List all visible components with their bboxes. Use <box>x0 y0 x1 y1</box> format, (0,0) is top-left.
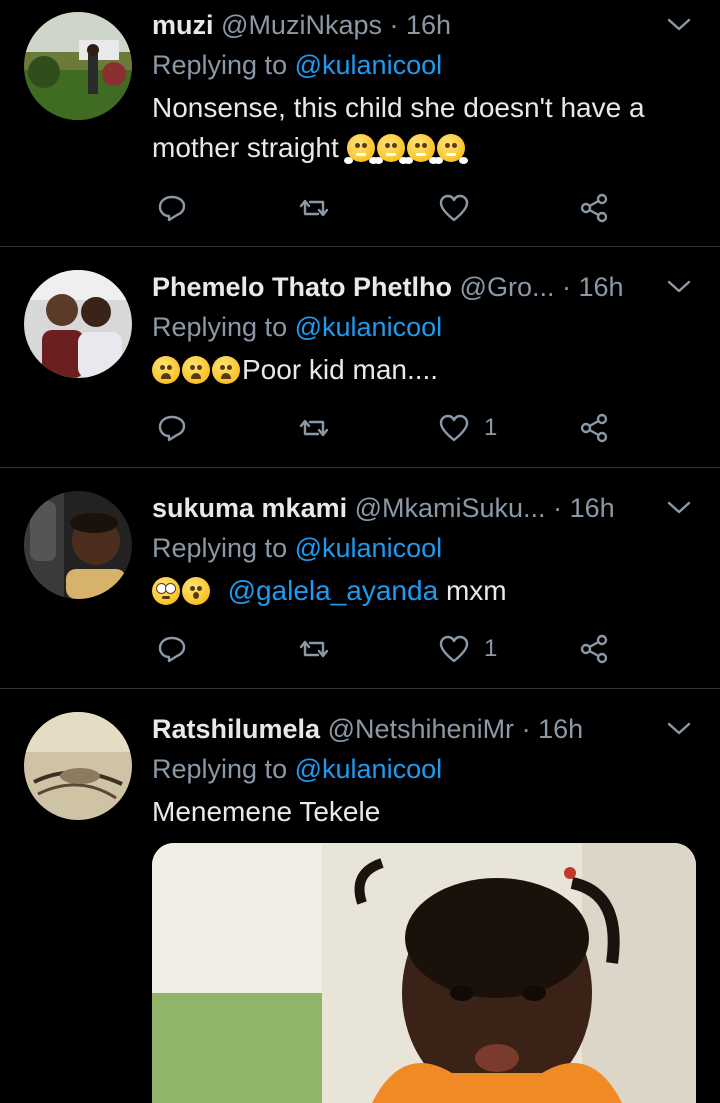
face-with-open-mouth-icon <box>182 577 210 605</box>
tweet-text: Menemene Tekele <box>152 792 692 832</box>
replying-to-label: Replying to <box>152 533 288 563</box>
like-button[interactable]: 1 <box>438 629 497 669</box>
replying-to: Replying to @kulanicool <box>152 310 442 344</box>
replying-to-label: Replying to <box>152 754 288 784</box>
retweet-icon <box>299 419 329 437</box>
reply-button[interactable] <box>156 408 188 448</box>
timestamp[interactable]: 16h <box>570 493 615 523</box>
reply-icon <box>158 636 186 663</box>
share-icon <box>580 634 608 664</box>
replying-to: Replying to @kulanicool <box>152 48 442 82</box>
avatar[interactable] <box>24 12 132 120</box>
reply-icon <box>158 415 186 442</box>
reply-button[interactable] <box>156 629 188 669</box>
tweet-text-body: Poor kid man.... <box>242 354 439 385</box>
like-button[interactable]: 1 <box>438 408 497 448</box>
replying-to-label: Replying to <box>152 50 288 80</box>
face-with-steam-from-nose-icon <box>433 134 468 164</box>
face-with-steam-from-nose-icon <box>373 134 408 164</box>
tweet-actions: 1 <box>152 408 632 448</box>
chevron-down-icon[interactable] <box>666 276 692 298</box>
like-button[interactable] <box>438 188 484 228</box>
tweet-actions <box>152 188 632 228</box>
separator: · <box>561 272 571 302</box>
display-name[interactable]: muzi <box>152 10 214 40</box>
display-name[interactable]: sukuma mkami <box>152 493 347 523</box>
like-count: 1 <box>484 635 498 662</box>
tweet-ratshilumela[interactable]: Ratshilumela @NetshiheniMr · 16h Replyin… <box>0 704 720 1103</box>
tweet-text: Nonsense, this child she doesn't have a … <box>152 88 692 168</box>
heart-icon <box>439 635 469 663</box>
tweet-header: muzi @MuziNkaps · 16h <box>152 8 660 42</box>
tweet-header: Ratshilumela @NetshiheniMr · 16h <box>152 712 660 746</box>
share-button[interactable] <box>578 188 610 228</box>
reply-mention-link[interactable]: @kulanicool <box>295 754 443 784</box>
share-button[interactable] <box>578 629 610 669</box>
replying-to-label: Replying to <box>152 312 288 342</box>
timestamp[interactable]: 16h <box>406 10 451 40</box>
tweet-header: Phemelo Thato Phetlho @Gro... · 16h <box>152 270 660 304</box>
divider <box>0 246 720 247</box>
face-with-steam-from-nose-icon <box>403 134 438 164</box>
timestamp[interactable]: 16h <box>538 714 583 744</box>
username[interactable]: @MuziNkaps <box>221 10 382 40</box>
worried-face-icon <box>182 356 210 384</box>
avatar[interactable] <box>24 491 132 599</box>
timestamp[interactable]: 16h <box>579 272 624 302</box>
share-icon <box>580 413 608 443</box>
separator: · <box>521 714 531 744</box>
separator: · <box>553 493 563 523</box>
display-name[interactable]: Ratshilumela <box>152 714 320 744</box>
username[interactable]: @Gro... <box>460 272 555 302</box>
retweet-icon <box>299 199 329 217</box>
replying-to: Replying to @kulanicool <box>152 752 442 786</box>
tweet-text-body: mxm <box>445 575 507 606</box>
tweet-mention-link[interactable]: @galela_ayanda <box>228 575 439 606</box>
separator: · <box>389 10 399 40</box>
worried-face-icon <box>152 356 180 384</box>
tweet-text: @galela_ayanda mxm <box>152 571 692 611</box>
divider <box>0 688 720 689</box>
tweet-text: Poor kid man.... <box>152 350 692 390</box>
worried-face-icon <box>212 356 240 384</box>
display-name[interactable]: Phemelo Thato Phetlho <box>152 272 452 302</box>
share-icon <box>580 193 608 223</box>
like-count: 1 <box>484 414 498 441</box>
tweet-media-photo[interactable] <box>152 843 696 1103</box>
tweet-sukuma[interactable]: sukuma mkami @MkamiSuku... · 16h Replyin… <box>0 483 720 688</box>
heart-icon <box>439 194 469 222</box>
tweet-text-body: Menemene Tekele <box>152 796 381 827</box>
avatar[interactable] <box>24 712 132 820</box>
chevron-down-icon[interactable] <box>666 718 692 740</box>
heart-icon <box>439 414 469 442</box>
retweet-icon <box>299 640 329 658</box>
chevron-down-icon[interactable] <box>666 497 692 519</box>
chevron-down-icon[interactable] <box>666 14 692 36</box>
reply-icon <box>158 195 186 222</box>
reply-mention-link[interactable]: @kulanicool <box>295 50 443 80</box>
divider <box>0 467 720 468</box>
replying-to: Replying to @kulanicool <box>152 531 442 565</box>
reply-mention-link[interactable]: @kulanicool <box>295 312 443 342</box>
username[interactable]: @NetshiheniMr <box>328 714 514 744</box>
reply-mention-link[interactable]: @kulanicool <box>295 533 443 563</box>
face-with-steam-from-nose-icon <box>343 134 378 164</box>
tweet-muzi[interactable]: muzi @MuziNkaps · 16h Replying to @kulan… <box>0 0 720 246</box>
retweet-button[interactable] <box>298 408 330 448</box>
face-with-rolling-eyes-icon <box>152 577 180 605</box>
username[interactable]: @MkamiSuku... <box>355 493 546 523</box>
share-button[interactable] <box>578 408 610 448</box>
tweet-header: sukuma mkami @MkamiSuku... · 16h <box>152 491 660 525</box>
reply-button[interactable] <box>156 188 188 228</box>
retweet-button[interactable] <box>298 188 330 228</box>
tweet-phemelo[interactable]: Phemelo Thato Phetlho @Gro... · 16h Repl… <box>0 262 720 467</box>
retweet-button[interactable] <box>298 629 330 669</box>
tweet-actions: 1 <box>152 629 632 669</box>
avatar[interactable] <box>24 270 132 378</box>
